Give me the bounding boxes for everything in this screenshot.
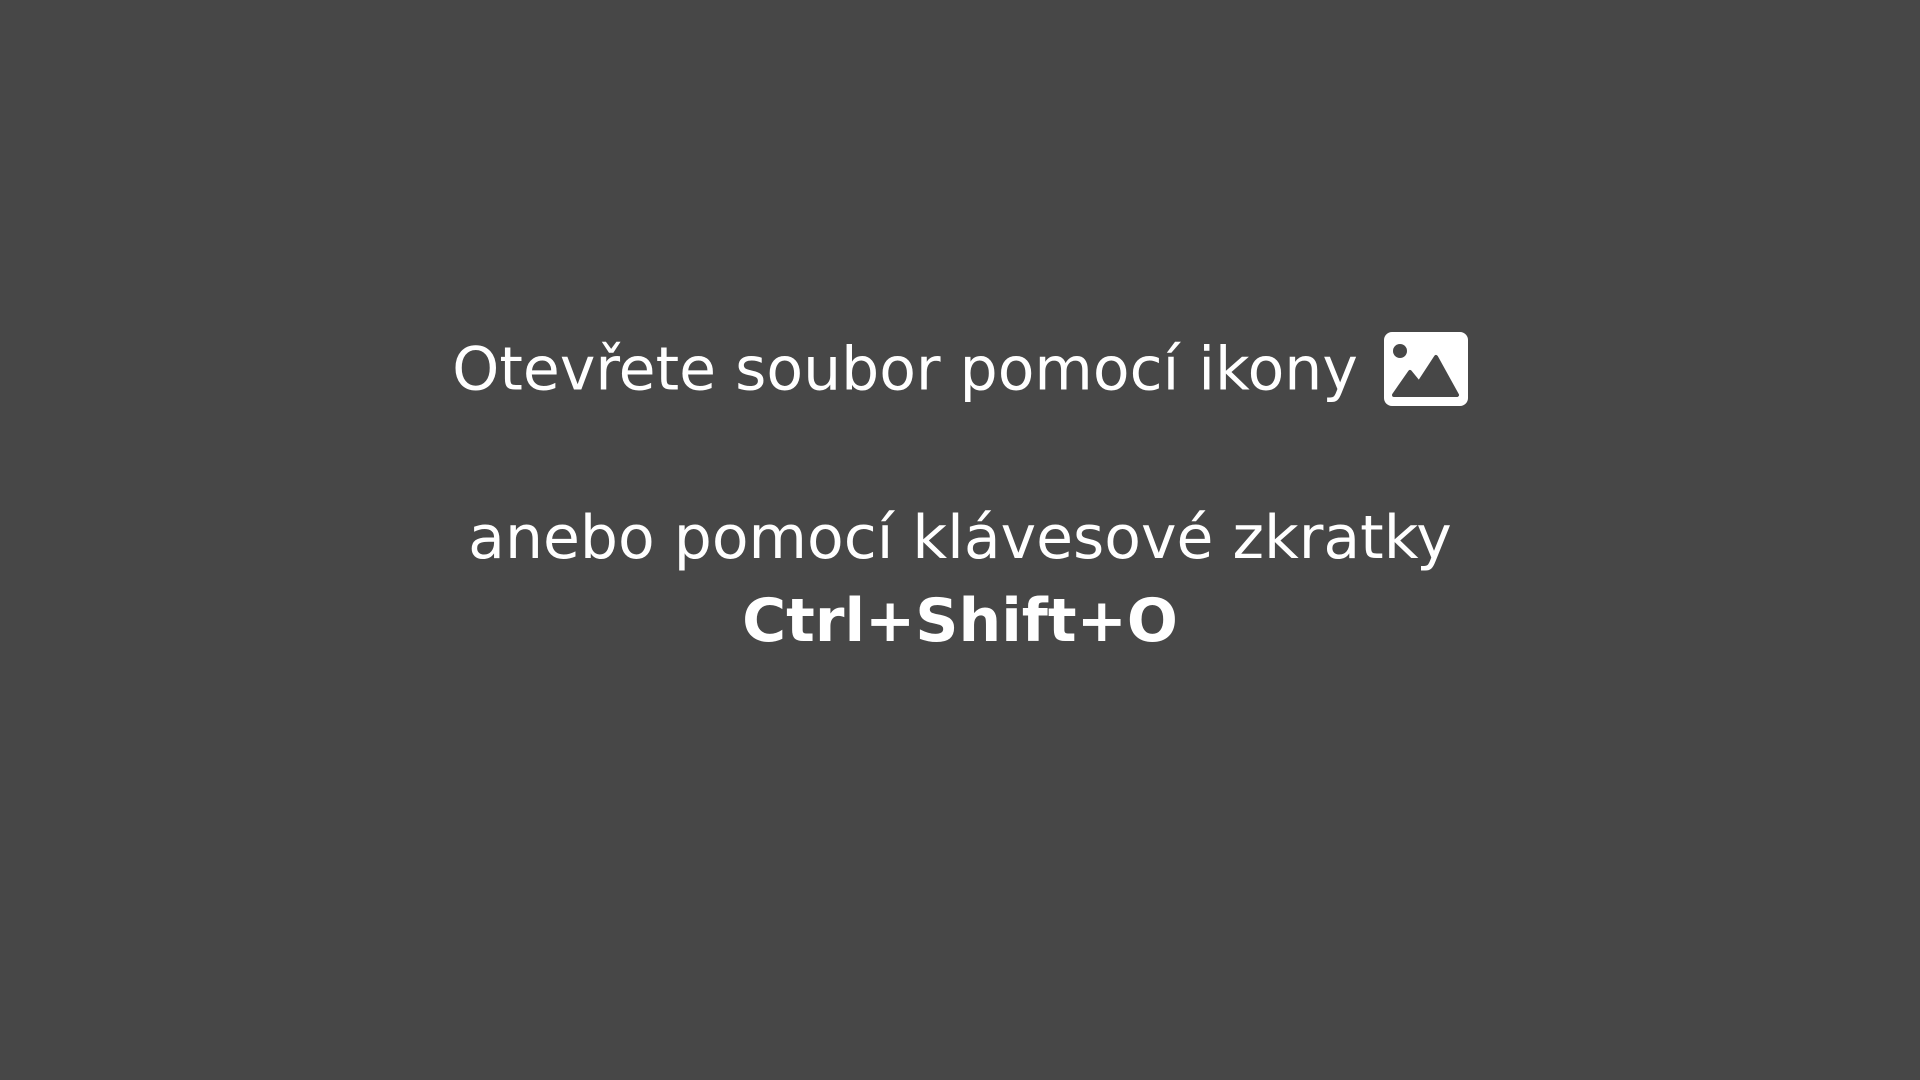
image-icon bbox=[1383, 332, 1468, 407]
empty-state: Otevřete soubor pomocí ikony anebo pomoc… bbox=[0, 0, 1920, 1080]
open-file-hint: Otevřete soubor pomocí ikony bbox=[0, 318, 1920, 414]
shortcut-prompt: anebo pomocí klávesové zkratky bbox=[468, 503, 1452, 573]
open-image-button[interactable] bbox=[1383, 332, 1468, 407]
open-file-prompt: Otevřete soubor pomocí ikony bbox=[452, 334, 1358, 405]
keyboard-shortcut: Ctrl+Shift+O bbox=[742, 586, 1178, 656]
